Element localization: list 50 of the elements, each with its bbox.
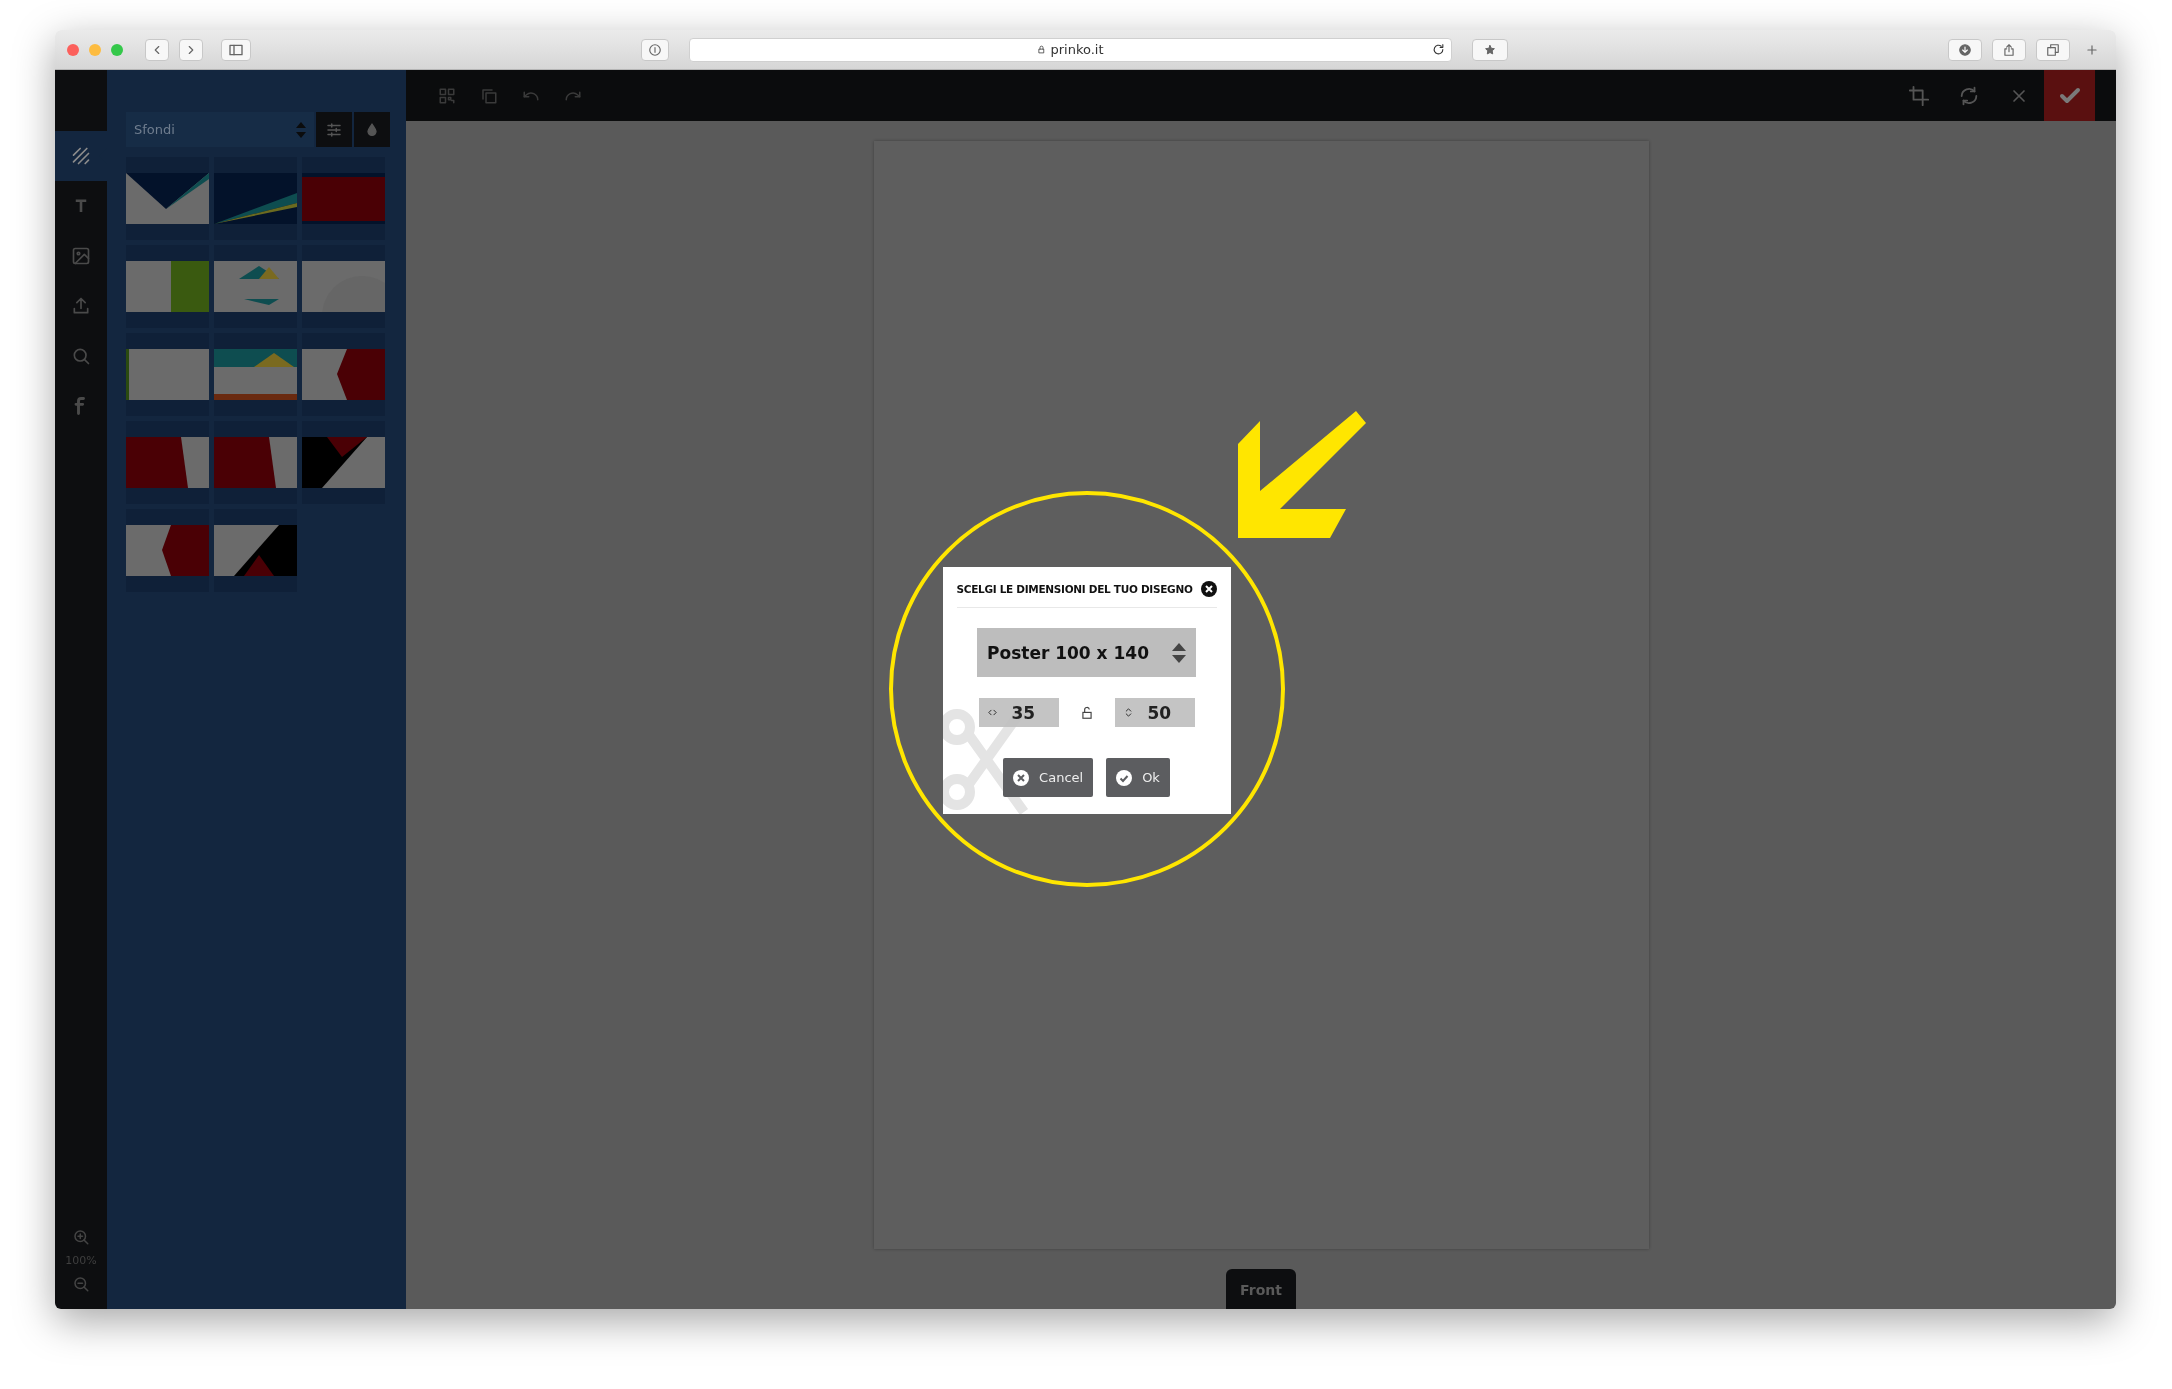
- sliders-icon: [325, 120, 343, 139]
- back-button[interactable]: [145, 38, 169, 61]
- confirm-button[interactable]: [2044, 70, 2095, 121]
- sidebar-item[interactable]: [55, 131, 107, 181]
- lock-icon: [1037, 45, 1047, 54]
- share-icon: [2002, 42, 2016, 57]
- info-icon: [648, 42, 662, 57]
- color-button[interactable]: [354, 112, 390, 147]
- tabs-button[interactable]: [2036, 38, 2070, 61]
- share-button[interactable]: [1992, 38, 2026, 61]
- filter-button[interactable]: [316, 112, 352, 147]
- zoom-in-icon[interactable]: [72, 1228, 90, 1246]
- zoom-out-icon[interactable]: [72, 1275, 90, 1293]
- tabs-icon: [2046, 42, 2060, 57]
- updown-caret-icon: [296, 120, 306, 139]
- crop-icon: [1908, 84, 1930, 107]
- check-icon: [1116, 769, 1133, 786]
- download-icon: [1958, 42, 1972, 57]
- zoom-window-button[interactable]: [111, 43, 123, 56]
- search-icon[interactable]: [71, 346, 91, 366]
- close-icon: [1013, 769, 1030, 786]
- stripes-icon[interactable]: [71, 146, 91, 166]
- upload-icon[interactable]: [71, 296, 91, 316]
- sidebar-button[interactable]: [221, 38, 251, 61]
- url-text: prinko.it: [1050, 42, 1104, 57]
- star-icon: [1484, 43, 1496, 56]
- bookmark-button[interactable]: [1472, 38, 1508, 61]
- forward-button[interactable]: [179, 38, 203, 61]
- close-window-button[interactable]: [67, 43, 79, 56]
- format-select[interactable]: Poster 100 x 140: [977, 628, 1196, 677]
- updown-caret-icon: [1172, 641, 1186, 664]
- cancel-button[interactable]: Cancel: [1003, 758, 1094, 797]
- height-field[interactable]: 50: [1114, 698, 1195, 727]
- reload-icon[interactable]: [1432, 43, 1445, 56]
- close-icon[interactable]: [1200, 581, 1217, 597]
- copy-icon: [480, 86, 498, 105]
- width-field[interactable]: 35: [978, 698, 1059, 727]
- unlocked-icon[interactable]: [1079, 705, 1094, 720]
- qr-code-icon: [438, 86, 456, 105]
- image-icon[interactable]: [71, 246, 91, 266]
- dialog-title: SCELGI LE DIMENSIONI DEL TUO DISEGNO: [956, 583, 1193, 595]
- rotate-icon: [1958, 84, 1980, 107]
- download-button[interactable]: [1948, 38, 1982, 61]
- address-field[interactable]: prinko.it: [689, 37, 1452, 62]
- plus-icon: [2085, 42, 2099, 57]
- left-right-icon: [986, 707, 998, 718]
- ok-button[interactable]: Ok: [1106, 758, 1170, 797]
- minimize-window-button[interactable]: [89, 43, 101, 56]
- info-button[interactable]: [641, 38, 669, 61]
- drop-icon: [364, 121, 380, 138]
